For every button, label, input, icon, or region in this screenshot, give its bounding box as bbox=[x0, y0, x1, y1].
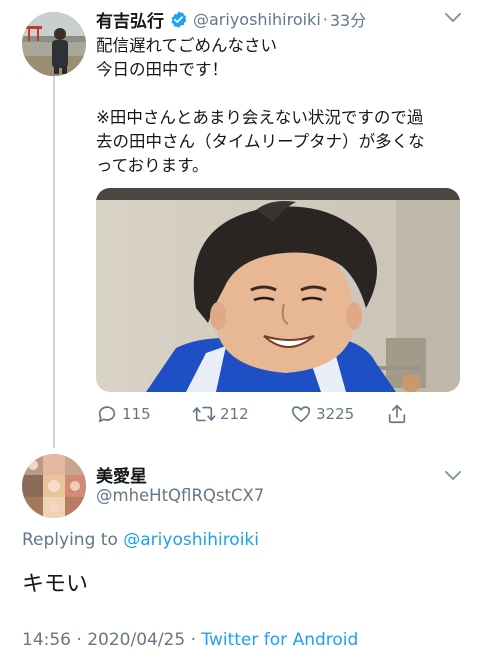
like-button[interactable]: 3225 bbox=[290, 400, 354, 428]
reply-client-link[interactable]: Twitter for Android bbox=[201, 630, 358, 650]
chevron-down-icon[interactable] bbox=[444, 470, 462, 482]
verified-badge-icon bbox=[169, 10, 188, 29]
tweet-text-line: 配信遅れてごめんなさい bbox=[96, 36, 278, 55]
reply-button[interactable]: 115 bbox=[96, 400, 151, 428]
chevron-down-icon[interactable] bbox=[444, 12, 462, 24]
replying-to-label: Replying to bbox=[22, 530, 118, 550]
reply-author-handle[interactable]: @mheHtQflRQstCX7 bbox=[96, 486, 264, 505]
retweet-button[interactable]: 212 bbox=[192, 400, 249, 428]
share-button[interactable] bbox=[386, 400, 408, 428]
tweet-header: 有吉弘行 @ariyoshihiroiki · 33分 bbox=[96, 6, 366, 32]
tweet-photo[interactable] bbox=[96, 188, 460, 392]
reply-tweet: 美愛星 @mheHtQflRQstCX7 Replying to @ariyos… bbox=[0, 450, 480, 667]
reply-meta: 14:56 · 2020/04/25 · Twitter for Android bbox=[22, 630, 358, 650]
tweet-text-line bbox=[96, 82, 466, 106]
tweet-time[interactable]: 33分 bbox=[330, 7, 366, 31]
comment-icon bbox=[98, 406, 116, 423]
reply-author-avatar[interactable] bbox=[22, 454, 86, 518]
reply-author-name[interactable]: 美愛星 bbox=[96, 462, 147, 487]
retweet-icon bbox=[192, 406, 216, 422]
tweet-text-line: 今日の田中です！ bbox=[96, 60, 228, 79]
author-name[interactable]: 有吉弘行 bbox=[96, 7, 164, 32]
heart-icon bbox=[291, 406, 311, 423]
reply-timestamp: 14:56 · 2020/04/25 · bbox=[22, 630, 202, 650]
separator: · bbox=[322, 9, 328, 29]
retweet-count: 212 bbox=[220, 405, 249, 423]
replying-to: Replying to @ariyoshihiroiki bbox=[22, 530, 259, 550]
reply-count: 115 bbox=[122, 405, 151, 423]
tweet-actions: 115 212 3225 bbox=[96, 400, 426, 428]
replying-to-mention-link[interactable]: @ariyoshihiroiki bbox=[123, 530, 259, 550]
tweet-text-line: っております。 bbox=[96, 156, 209, 175]
author-handle[interactable]: @ariyoshihiroiki bbox=[193, 10, 321, 29]
reply-text: キモい bbox=[22, 572, 89, 597]
tweet: 有吉弘行 @ariyoshihiroiki · 33分 配信遅れてごめんなさい … bbox=[0, 0, 480, 450]
tweet-text: 配信遅れてごめんなさい 今日の田中です！ ※田中さんとあまり会えない状況ですので… bbox=[96, 34, 466, 178]
tweet-text-line: 去の田中さん（タイムリープタナ）が多くな bbox=[96, 132, 425, 151]
like-count: 3225 bbox=[316, 405, 355, 423]
author-avatar[interactable] bbox=[22, 12, 86, 76]
thread-line bbox=[53, 76, 55, 448]
tweet-text-line: ※田中さんとあまり会えない状況ですので過 bbox=[96, 108, 424, 127]
share-icon bbox=[388, 404, 406, 424]
